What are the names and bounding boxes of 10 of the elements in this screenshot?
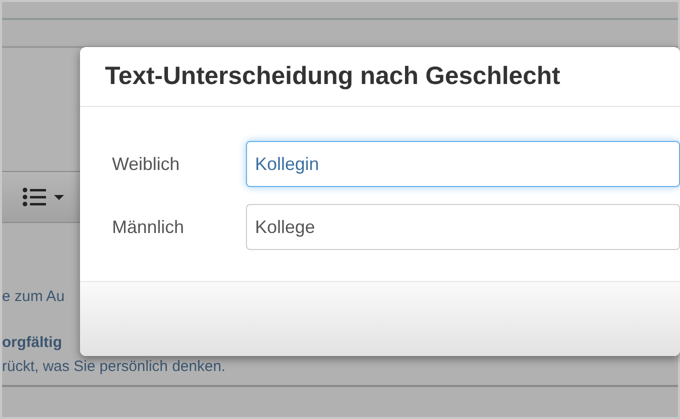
field-label: Weiblich xyxy=(112,152,181,176)
text-field[interactable]: Kollege xyxy=(246,204,680,250)
body-text: e zum Au xyxy=(2,287,65,307)
text-field[interactable]: Kollegin xyxy=(246,141,680,187)
caret-icon xyxy=(54,194,64,200)
body-text: rückt, was Sie persönlich denken. xyxy=(2,357,226,377)
field-label: Männlich xyxy=(112,216,186,238)
dialog-title: Text-Unterscheidung nach Geschlecht xyxy=(105,60,560,92)
body-text: orgfältig xyxy=(2,333,62,353)
list-icon xyxy=(22,187,46,207)
